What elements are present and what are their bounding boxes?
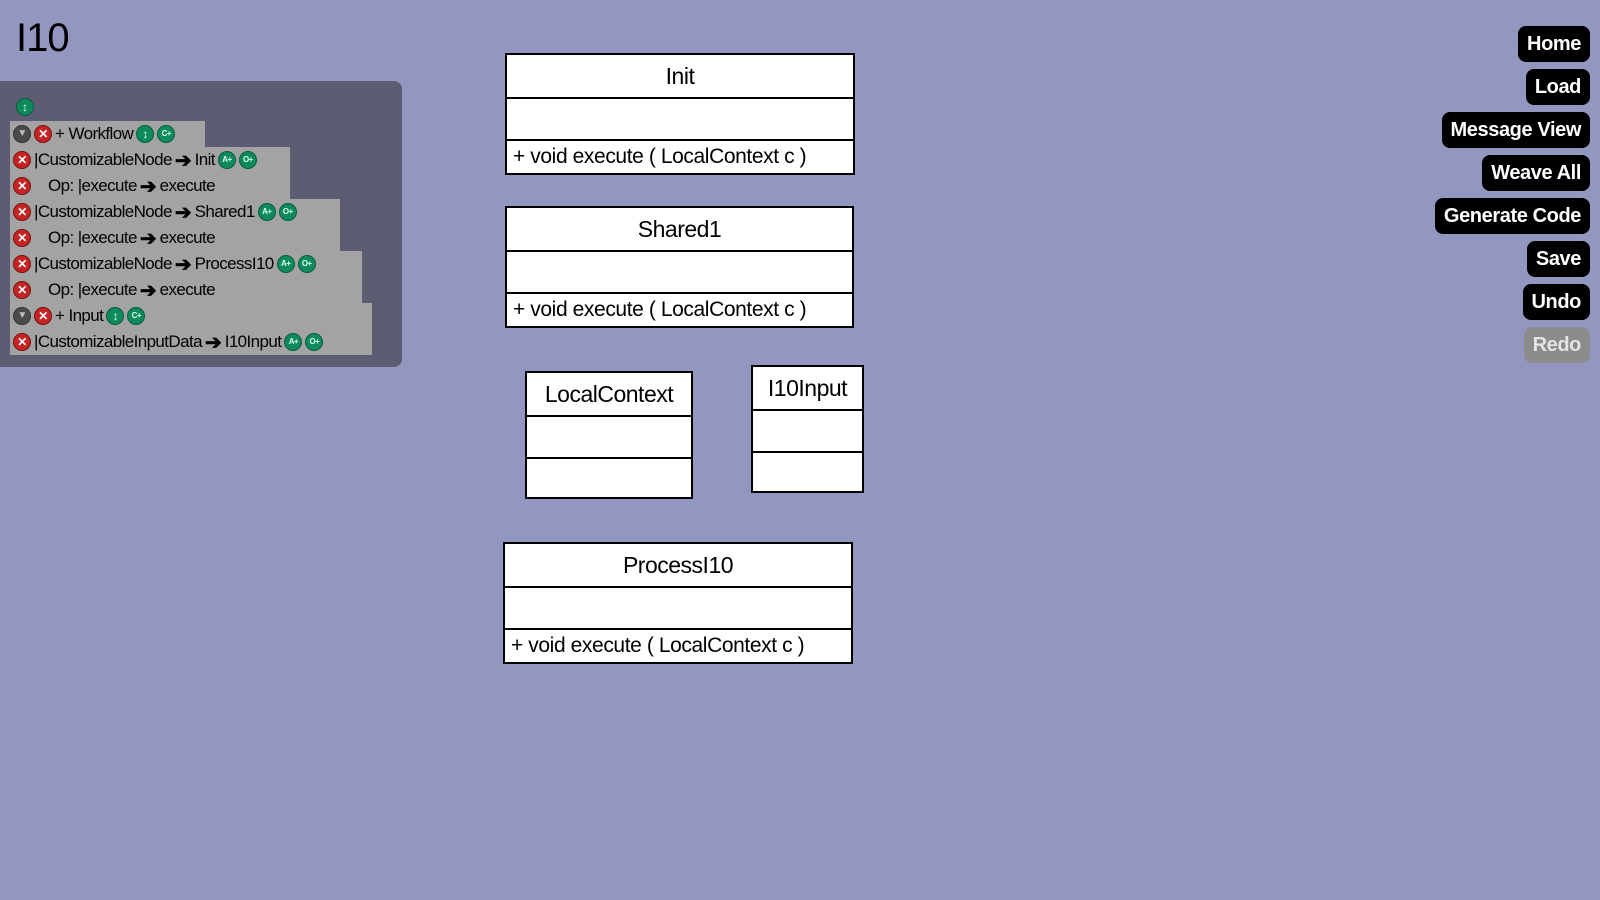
delete-icon[interactable]: ✕ — [13, 281, 31, 299]
group-label: + Input — [55, 306, 104, 325]
weave-all-button[interactable]: Weave All — [1482, 155, 1590, 191]
op-source-label: Op: |execute — [48, 280, 137, 299]
generate-code-button[interactable]: Generate Code — [1434, 198, 1590, 234]
class-name: Init — [507, 55, 853, 99]
tree-row-workflow[interactable]: ▼ ✕ + Workflow ↕ C+ — [10, 121, 205, 147]
add-operation-icon[interactable]: O+ — [297, 255, 316, 273]
arrow-icon: ➔ — [139, 279, 157, 302]
class-attributes — [527, 417, 691, 459]
delete-icon[interactable]: ✕ — [13, 229, 31, 247]
class-box-processi10[interactable]: ProcessI10 + void execute ( LocalContext… — [503, 542, 853, 664]
tree-row-op[interactable]: ✕ Op: |execute ➔ execute — [10, 173, 290, 199]
delete-icon[interactable]: ✕ — [13, 333, 31, 351]
node-target-label: Shared1 — [194, 202, 256, 221]
class-box-localcontext[interactable]: LocalContext — [525, 371, 693, 499]
delete-icon[interactable]: ✕ — [34, 125, 52, 143]
move-icon[interactable]: ↕ — [136, 125, 155, 143]
message-view-button[interactable]: Message View — [1441, 112, 1590, 148]
class-attributes — [507, 252, 852, 294]
add-operation-icon[interactable]: O+ — [278, 203, 297, 221]
arrow-icon: ➔ — [174, 201, 192, 224]
toolbar: Home Load Message View Weave All Generat… — [1434, 26, 1590, 370]
add-attribute-icon[interactable]: A+ — [284, 333, 303, 351]
add-child-icon[interactable]: C+ — [127, 307, 146, 325]
arrow-icon: ➔ — [174, 149, 192, 172]
class-operation: + void execute ( LocalContext c ) — [513, 298, 807, 321]
op-target-label: execute — [159, 228, 216, 247]
class-name: LocalContext — [527, 373, 691, 417]
arrow-icon: ➔ — [204, 331, 222, 354]
node-source-label: |CustomizableNode — [34, 202, 172, 221]
class-box-shared1[interactable]: Shared1 + void execute ( LocalContext c … — [505, 206, 854, 328]
tree-rows: ▼ ✕ + Workflow ↕ C+ ✕ |CustomizableNode … — [10, 121, 372, 355]
op-source-label: Op: |execute — [48, 176, 137, 195]
class-name: I10Input — [753, 367, 862, 411]
delete-icon[interactable]: ✕ — [34, 307, 52, 325]
class-box-i10input[interactable]: I10Input — [751, 365, 864, 493]
group-label: + Workflow — [55, 124, 134, 143]
tree-row-node-i10input[interactable]: ✕ |CustomizableInputData ➔ I10Input A+ O… — [10, 329, 372, 355]
move-icon[interactable]: ↕ — [106, 307, 125, 325]
tree-row-node-shared1[interactable]: ✕ |CustomizableNode ➔ Shared1 A+ O+ — [10, 199, 340, 225]
arrow-icon: ➔ — [139, 227, 157, 250]
class-name: ProcessI10 — [505, 544, 851, 588]
class-attributes — [507, 99, 853, 141]
class-box-init[interactable]: Init + void execute ( LocalContext c ) — [505, 53, 855, 175]
node-source-label: |CustomizableNode — [34, 150, 172, 169]
tree-row-node-processi10[interactable]: ✕ |CustomizableNode ➔ ProcessI10 A+ O+ — [10, 251, 362, 277]
class-attributes — [505, 588, 851, 630]
save-button[interactable]: Save — [1526, 241, 1590, 277]
tree-row-input[interactable]: ▼ ✕ + Input ↕ C+ — [10, 303, 372, 329]
redo-button[interactable]: Redo — [1523, 327, 1590, 363]
add-attribute-icon[interactable]: A+ — [276, 255, 295, 273]
node-target-label: Init — [194, 150, 216, 169]
class-operation: + void execute ( LocalContext c ) — [513, 145, 807, 168]
add-operation-icon[interactable]: O+ — [305, 333, 324, 351]
node-target-label: ProcessI10 — [194, 254, 275, 273]
tree-panel: ↕ ▼ ✕ + Workflow ↕ C+ ✕ |CustomizableNod… — [0, 81, 402, 367]
class-operations — [527, 459, 691, 497]
delete-icon[interactable]: ✕ — [13, 177, 31, 195]
arrow-icon: ➔ — [139, 175, 157, 198]
node-source-label: |CustomizableInputData — [34, 332, 203, 351]
tree-row-node-init[interactable]: ✕ |CustomizableNode ➔ Init A+ O+ — [10, 147, 290, 173]
class-name: Shared1 — [507, 208, 852, 252]
class-operation: + void execute ( LocalContext c ) — [511, 634, 805, 657]
page-title: I10 — [16, 16, 70, 60]
op-target-label: execute — [159, 176, 216, 195]
undo-button[interactable]: Undo — [1522, 284, 1590, 320]
delete-icon[interactable]: ✕ — [13, 203, 31, 221]
delete-icon[interactable]: ✕ — [13, 255, 31, 273]
class-attributes — [753, 411, 862, 453]
home-button[interactable]: Home — [1518, 26, 1590, 62]
tree-row-op[interactable]: ✕ Op: |execute ➔ execute — [10, 277, 362, 303]
add-attribute-icon[interactable]: A+ — [217, 151, 236, 169]
add-child-icon[interactable]: C+ — [157, 125, 176, 143]
node-source-label: |CustomizableNode — [34, 254, 172, 273]
add-root-icon[interactable]: ↕ — [16, 98, 34, 116]
add-operation-icon[interactable]: O+ — [238, 151, 257, 169]
arrow-icon: ➔ — [174, 253, 192, 276]
tree-row-op[interactable]: ✕ Op: |execute ➔ execute — [10, 225, 340, 251]
collapse-toggle-icon[interactable]: ▼ — [13, 125, 31, 143]
class-operations — [753, 453, 862, 491]
collapse-toggle-icon[interactable]: ▼ — [13, 307, 31, 325]
op-source-label: Op: |execute — [48, 228, 137, 247]
load-button[interactable]: Load — [1525, 69, 1590, 105]
op-target-label: execute — [159, 280, 216, 299]
node-target-label: I10Input — [224, 332, 282, 351]
add-attribute-icon[interactable]: A+ — [257, 203, 276, 221]
delete-icon[interactable]: ✕ — [13, 151, 31, 169]
